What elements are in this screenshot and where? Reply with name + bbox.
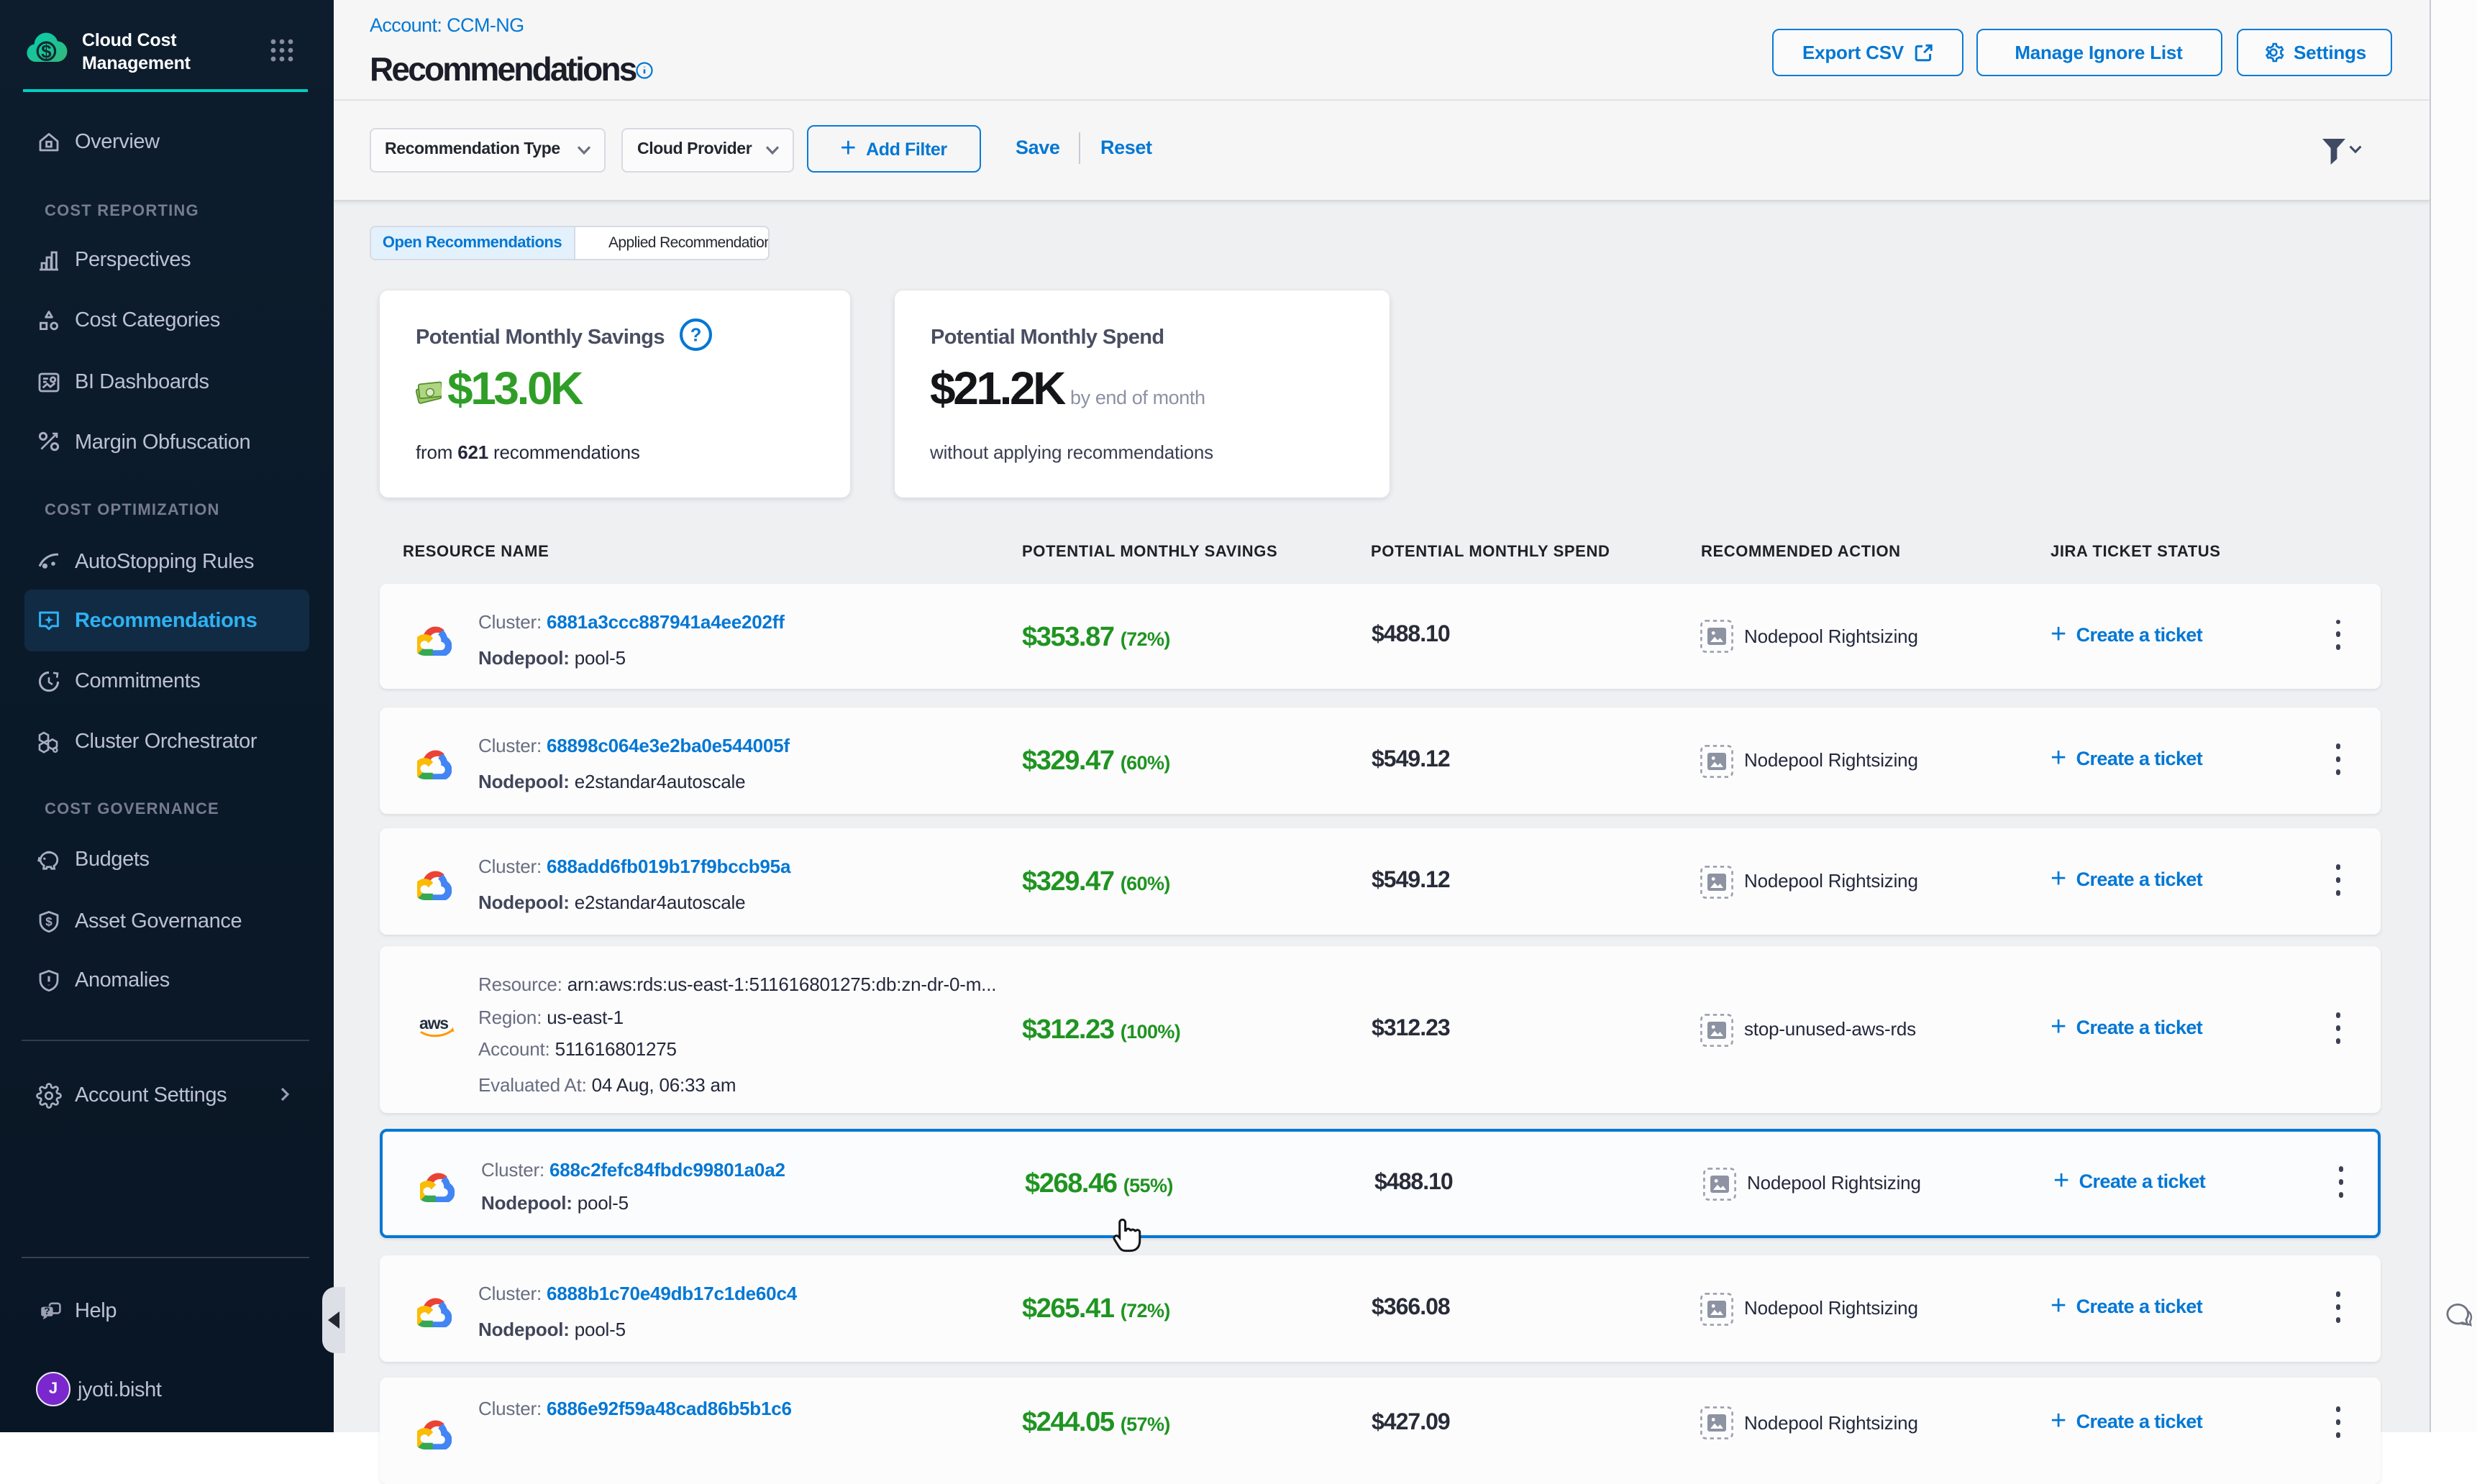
svg-text:aws: aws xyxy=(419,1014,448,1032)
svg-text:?: ? xyxy=(690,326,701,346)
svg-text:?: ? xyxy=(44,1304,50,1316)
svg-text:$: $ xyxy=(45,915,53,928)
svg-text:$: $ xyxy=(41,40,52,62)
